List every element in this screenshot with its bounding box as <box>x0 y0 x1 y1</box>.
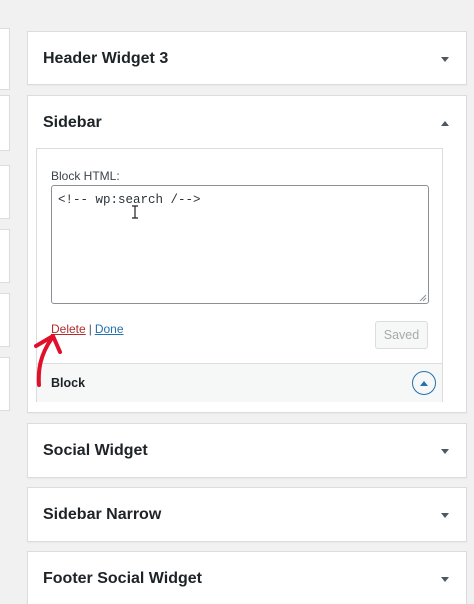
area-header[interactable]: Sidebar <box>28 96 466 150</box>
area-header[interactable]: Header Widget 3 <box>28 32 466 86</box>
block-html-textarea[interactable]: <!-- wp:search /--> <box>51 185 429 304</box>
left-panel-box <box>0 165 10 219</box>
widget-area-social-widget: Social Widget <box>27 423 467 478</box>
text-cursor-icon <box>132 205 138 219</box>
area-header[interactable]: Sidebar Narrow <box>28 488 466 542</box>
widget-area-sidebar: Sidebar Block HTML: <!-- wp:search /--> … <box>27 95 467 413</box>
annotation-arrow-icon <box>34 334 62 387</box>
left-panel-box <box>0 357 10 411</box>
block-html-label: Block HTML: <box>51 169 120 183</box>
caret-down-icon[interactable] <box>438 508 452 522</box>
left-panel-box <box>0 293 10 347</box>
left-panel-box <box>0 95 10 151</box>
custom-html-widget: Block HTML: <!-- wp:search /--> Delete | D… <box>36 148 443 402</box>
caret-down-icon[interactable] <box>438 572 452 586</box>
caret-down-icon[interactable] <box>438 52 452 66</box>
area-title: Header Widget 3 <box>43 50 169 67</box>
widget-area-header-widget-3: Header Widget 3 <box>27 31 467 85</box>
caret-up-circle-icon[interactable] <box>412 371 436 395</box>
widget-area-footer-social-widget: Footer Social Widget <box>27 551 467 604</box>
done-link[interactable]: Done <box>95 322 124 336</box>
block-bar[interactable]: Block <box>37 363 442 402</box>
widget-area-sidebar-narrow: Sidebar Narrow <box>27 487 467 542</box>
left-panel-box <box>0 229 10 283</box>
area-title: Footer Social Widget <box>43 570 202 587</box>
saved-button[interactable]: Saved <box>375 321 428 349</box>
resize-handle-icon[interactable] <box>417 292 427 302</box>
area-header[interactable]: Social Widget <box>28 424 466 478</box>
area-title: Sidebar Narrow <box>43 506 162 523</box>
area-title: Sidebar <box>43 114 102 131</box>
caret-down-icon[interactable] <box>438 444 452 458</box>
left-column <box>0 0 12 604</box>
separator: | <box>88 322 92 336</box>
area-header[interactable]: Footer Social Widget <box>28 552 466 604</box>
area-title: Social Widget <box>43 442 148 459</box>
caret-up-icon[interactable] <box>438 116 452 130</box>
left-panel-box <box>0 28 10 90</box>
